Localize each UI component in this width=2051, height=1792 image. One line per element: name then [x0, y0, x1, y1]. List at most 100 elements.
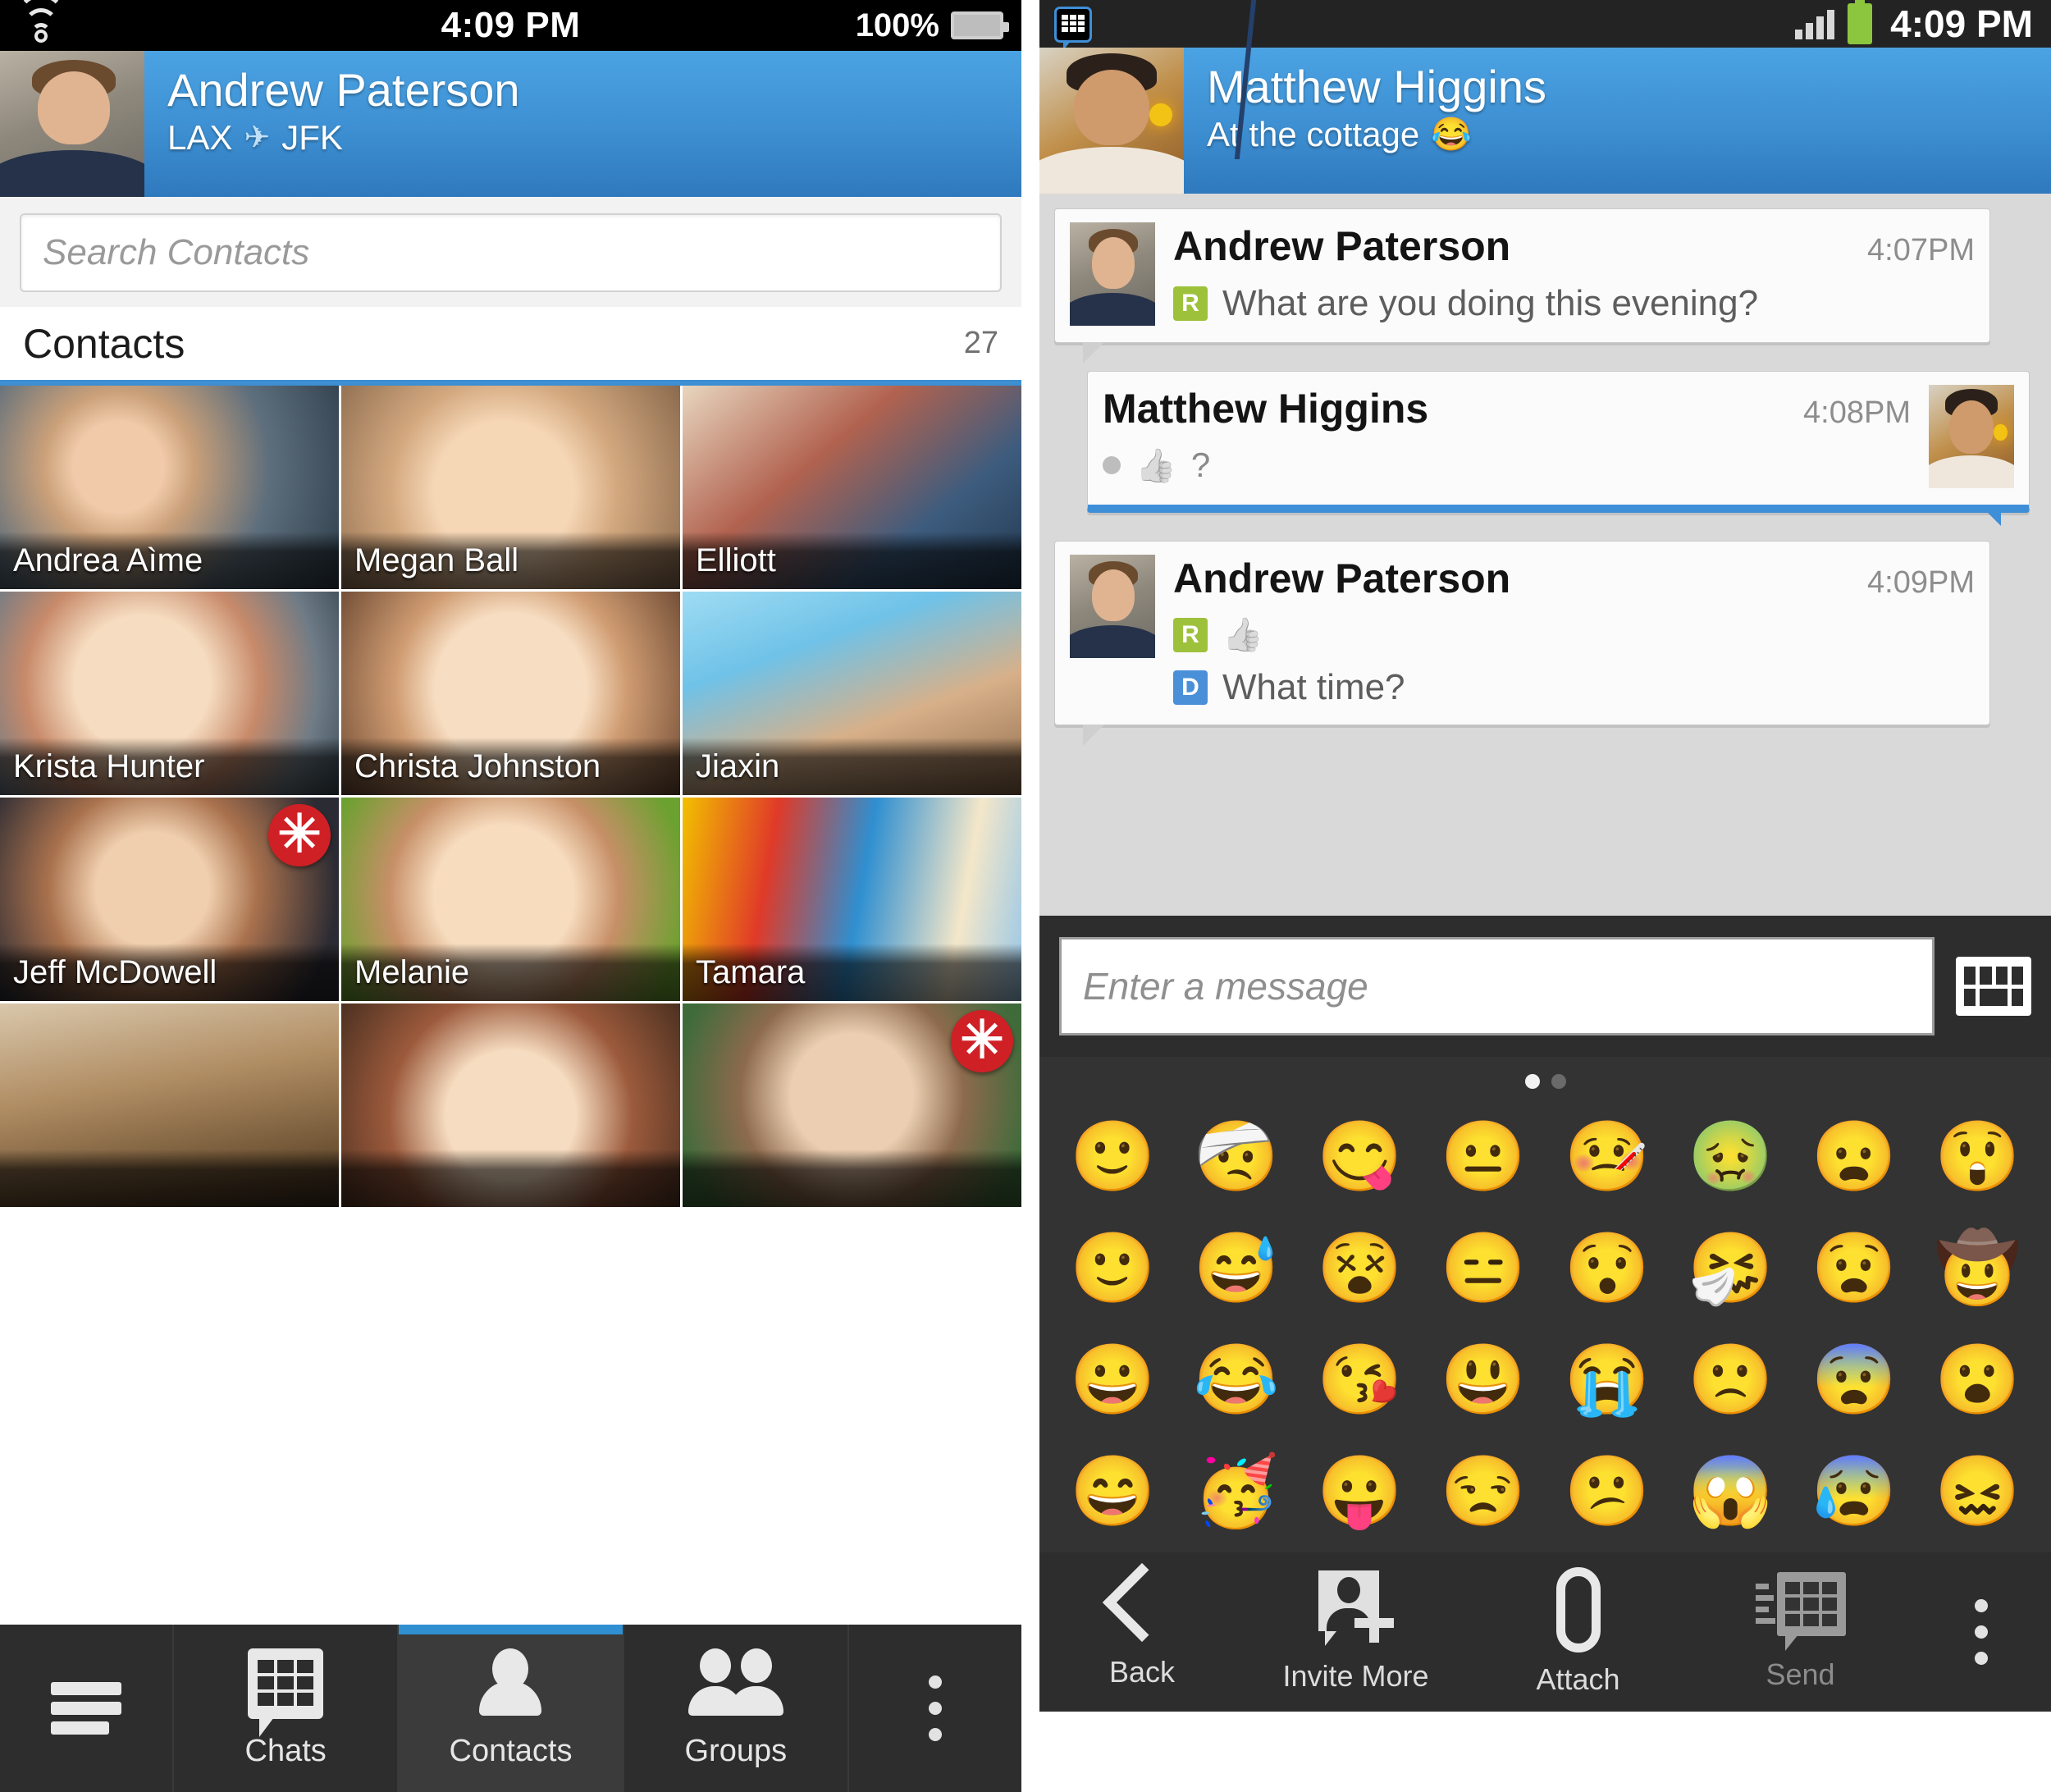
laughing-emoji-icon: 😂 [1431, 117, 1472, 153]
emoji-key[interactable]: 😄 [1051, 1442, 1175, 1539]
read-status-badge: R [1173, 286, 1208, 321]
avatar [1070, 222, 1155, 326]
emoji-key[interactable]: 🤢 [1669, 1108, 1793, 1205]
emoji-key[interactable]: 😅 [1175, 1219, 1299, 1316]
emoji-key[interactable]: 😰 [1793, 1442, 1916, 1539]
status-clock: 4:09 PM [1890, 2, 2033, 45]
toolbar-label: Back [1108, 1655, 1176, 1689]
emoji-key[interactable]: 😛 [1298, 1442, 1422, 1539]
contact-tile[interactable]: Tamara [683, 798, 1021, 1001]
contact-name [683, 1150, 1021, 1207]
search-area: Search Contacts [0, 197, 1021, 307]
left-profile-header[interactable]: Andrew Paterson LAX ✈ JFK [0, 51, 1021, 197]
emoji-key[interactable]: 😃 [1422, 1331, 1546, 1428]
chat-bubble-incoming[interactable]: Andrew Paterson 4:07PM R What are you do… [1054, 208, 1990, 363]
tab-contacts[interactable]: Contacts [399, 1625, 624, 1792]
emoji-key[interactable]: 😒 [1422, 1442, 1546, 1539]
contact-tile[interactable]: ✳ [683, 1003, 1021, 1207]
emoji-key[interactable]: 😖 [1916, 1442, 2040, 1539]
emoji-key[interactable]: 😧 [1793, 1219, 1916, 1316]
emoji-key[interactable]: 😵 [1298, 1219, 1422, 1316]
contact-tile[interactable]: ✳ Jeff McDowell [0, 798, 339, 1001]
emoji-key[interactable]: 🙂 [1051, 1219, 1175, 1316]
contact-name: Jiaxin [683, 738, 1021, 795]
emoji-key[interactable]: 🤒 [1546, 1108, 1670, 1205]
emoji-key[interactable]: 🤠 [1916, 1219, 2040, 1316]
emoji-key[interactable]: 😱 [1669, 1442, 1793, 1539]
emoji-key[interactable]: 😯 [1546, 1219, 1670, 1316]
people-icon [687, 1648, 783, 1719]
avatar [1929, 385, 2014, 488]
invite-person-icon [1318, 1570, 1394, 1649]
overflow-menu-button[interactable] [849, 1625, 1021, 1792]
right-profile-header[interactable]: Matthew Higgins At the cottage 😂 [1039, 48, 2051, 194]
contacts-grid: Andrea Aìme Megan Ball Elliott Krista Hu… [0, 386, 1021, 1207]
kebab-menu-icon [928, 1675, 942, 1741]
contact-tile[interactable]: Elliott [683, 386, 1021, 589]
pager-dot[interactable] [1551, 1074, 1566, 1089]
tab-groups[interactable]: Groups [624, 1625, 849, 1792]
attach-button[interactable]: Attach [1467, 1567, 1689, 1697]
message-input[interactable]: Enter a message [1059, 937, 1935, 1035]
emoji-key[interactable]: 🥳 [1175, 1442, 1299, 1539]
avatar[interactable] [1039, 48, 1184, 194]
contact-tile[interactable] [0, 1003, 339, 1207]
chat-bubble-outgoing[interactable]: Matthew Higgins 4:08PM 👍 ? [1087, 371, 2030, 526]
contact-tile[interactable] [341, 1003, 680, 1207]
contact-name: Melanie [341, 944, 680, 1001]
airplane-icon: ✈ [244, 121, 271, 155]
contact-name: Elliott [683, 532, 1021, 589]
overflow-menu-button[interactable] [1912, 1599, 2051, 1665]
message-text: What time? [1222, 667, 1405, 707]
profile-name: Matthew Higgins [1207, 61, 1546, 112]
right-phone-screen: 4:09 PM Matthew Higgins At the cottage 😂 [1039, 0, 2051, 1792]
thumbs-up-emoji-icon: 👍 [1222, 617, 1263, 653]
emoji-key[interactable]: 🙁 [1669, 1331, 1793, 1428]
tab-chats[interactable]: Chats [174, 1625, 400, 1792]
contact-tile[interactable]: Christa Johnston [341, 592, 680, 795]
contact-tile[interactable]: Jiaxin [683, 592, 1021, 795]
emoji-key[interactable]: 😭 [1546, 1331, 1670, 1428]
chat-message-list[interactable]: Andrew Paterson 4:07PM R What are you do… [1039, 194, 2051, 916]
invite-more-button[interactable]: Invite More [1245, 1570, 1467, 1694]
person-icon [476, 1648, 545, 1719]
keyboard-icon[interactable] [1956, 957, 2031, 1016]
emoji-key[interactable]: 😦 [1793, 1108, 1916, 1205]
contact-tile[interactable]: Krista Hunter [0, 592, 339, 795]
emoji-pager [1039, 1063, 2051, 1099]
avatar[interactable] [0, 51, 144, 197]
send-button[interactable]: Send [1689, 1572, 1912, 1692]
paperclip-icon [1555, 1567, 1601, 1653]
message-sender: Andrew Paterson [1173, 555, 1511, 601]
emoji-key[interactable]: 😕 [1546, 1442, 1670, 1539]
emoji-key[interactable]: 😨 [1793, 1331, 1916, 1428]
emoji-key[interactable]: 🤕 [1175, 1108, 1299, 1205]
contact-tile[interactable]: Andrea Aìme [0, 386, 339, 589]
pager-dot-active[interactable] [1524, 1074, 1540, 1089]
chat-bubble-incoming[interactable]: Andrew Paterson 4:09PM R 👍 D What time? [1054, 541, 1990, 746]
avatar [1070, 555, 1155, 658]
emoji-key[interactable]: 😑 [1422, 1219, 1546, 1316]
emoji-key[interactable]: 😐 [1422, 1108, 1546, 1205]
emoji-key[interactable]: 😋 [1298, 1108, 1422, 1205]
emoji-key[interactable]: 😘 [1298, 1331, 1422, 1428]
left-status-bar: 4:09 PM 100% [0, 0, 1021, 51]
message-text: ? [1190, 446, 1211, 484]
emoji-key[interactable]: 😀 [1051, 1331, 1175, 1428]
emoji-key[interactable]: 🤧 [1669, 1219, 1793, 1316]
emoji-key[interactable]: 😲 [1916, 1108, 2040, 1205]
tab-label: Groups [684, 1733, 788, 1768]
contact-name: Krista Hunter [0, 738, 339, 795]
contact-tile[interactable]: Megan Ball [341, 386, 680, 589]
emoji-key[interactable]: 😂 [1175, 1331, 1299, 1428]
back-button[interactable]: Back [1039, 1562, 1245, 1689]
contact-tile[interactable]: Melanie [341, 798, 680, 1001]
sidebar-item-menu[interactable] [0, 1625, 174, 1792]
search-input[interactable]: Search Contacts [20, 213, 1002, 292]
search-placeholder: Search Contacts [43, 232, 310, 272]
contact-name: Christa Johnston [341, 738, 680, 795]
emoji-key[interactable]: 🙂 [1051, 1108, 1175, 1205]
emoji-key[interactable]: 😮 [1916, 1331, 2040, 1428]
message-text: What are you doing this evening? [1222, 283, 1759, 323]
tab-label: Contacts [449, 1733, 573, 1768]
